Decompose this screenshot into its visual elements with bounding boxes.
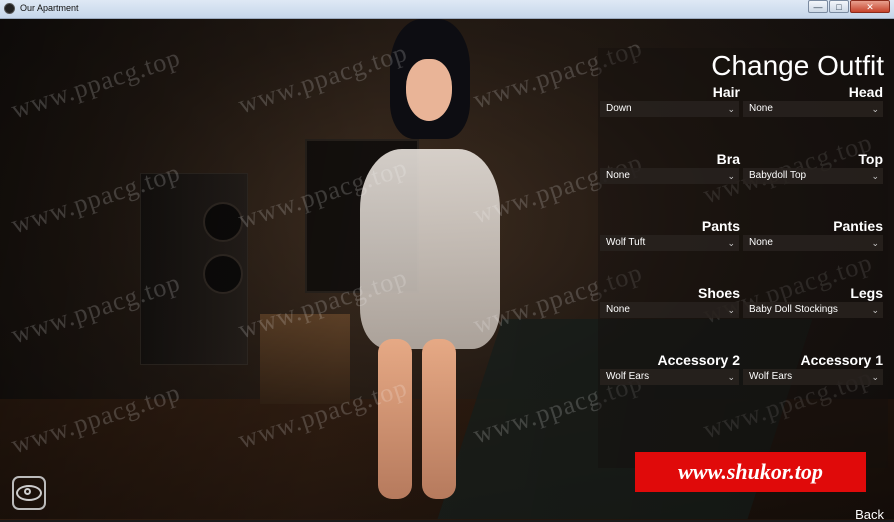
hair-dropdown[interactable]: Down ⌄ [600,101,739,117]
top-value: Babydoll Top [749,170,807,181]
pants-value: Wolf Tuft [606,237,646,248]
shoes-dropdown[interactable]: None ⌄ [600,302,739,318]
eye-pupil [24,488,31,495]
top-dropdown[interactable]: Babydoll Top ⌄ [743,168,883,184]
watermark-banner: www.shukor.top [635,452,866,492]
slot-label-legs: Legs [850,285,883,301]
slot-label-pants: Pants [701,218,740,234]
bra-value: None [606,170,630,181]
slot-label-bra: Bra [716,151,740,167]
character-leg [378,339,412,499]
app-icon [4,3,15,14]
slot-label-shoes: Shoes [697,285,740,301]
chevron-down-icon: ⌄ [727,372,735,382]
pants-dropdown[interactable]: Wolf Tuft ⌄ [600,235,739,251]
chevron-down-icon: ⌄ [871,305,879,315]
hair-value: Down [606,103,632,114]
chevron-down-icon: ⌄ [727,104,735,114]
window-controls: — □ ✕ [807,0,890,14]
banner-text: www.shukor.top [678,459,823,484]
character-face [406,59,452,121]
slot-label-top: Top [858,151,883,167]
legs-dropdown[interactable]: Baby Doll Stockings ⌄ [743,302,883,318]
chevron-down-icon: ⌄ [727,305,735,315]
panties-dropdown[interactable]: None ⌄ [743,235,883,251]
bra-dropdown[interactable]: None ⌄ [600,168,739,184]
slot-label-accessory-1: Accessory 1 [800,352,883,368]
window-titlebar: Our Apartment — □ ✕ [0,0,894,19]
slot-label-panties: Panties [833,218,883,234]
chevron-down-icon: ⌄ [727,171,735,181]
eye-icon [16,485,42,501]
slot-label-hair: Hair [712,84,740,100]
accessory-1-value: Wolf Ears [749,371,793,382]
window-title: Our Apartment [20,3,79,13]
head-value: None [749,103,773,114]
close-button[interactable]: ✕ [850,0,890,13]
slot-label-head: Head [848,84,883,100]
accessory-2-dropdown[interactable]: Wolf Ears ⌄ [600,369,739,385]
chevron-down-icon: ⌄ [871,372,879,382]
slot-label-accessory-2: Accessory 2 [657,352,740,368]
chevron-down-icon: ⌄ [871,238,879,248]
shoes-value: None [606,304,630,315]
accessory-2-value: Wolf Ears [606,371,650,382]
chevron-down-icon: ⌄ [727,238,735,248]
view-toggle-button[interactable] [12,476,46,510]
chevron-down-icon: ⌄ [871,104,879,114]
head-dropdown[interactable]: None ⌄ [743,101,883,117]
legs-value: Baby Doll Stockings [749,304,838,315]
maximize-button[interactable]: □ [829,0,849,13]
chevron-down-icon: ⌄ [871,171,879,181]
minimize-button[interactable]: — [808,0,828,13]
accessory-1-dropdown[interactable]: Wolf Ears ⌄ [743,369,883,385]
character-leg [422,339,456,499]
panties-value: None [749,237,773,248]
panel-title: Change Outfit [711,50,884,81]
